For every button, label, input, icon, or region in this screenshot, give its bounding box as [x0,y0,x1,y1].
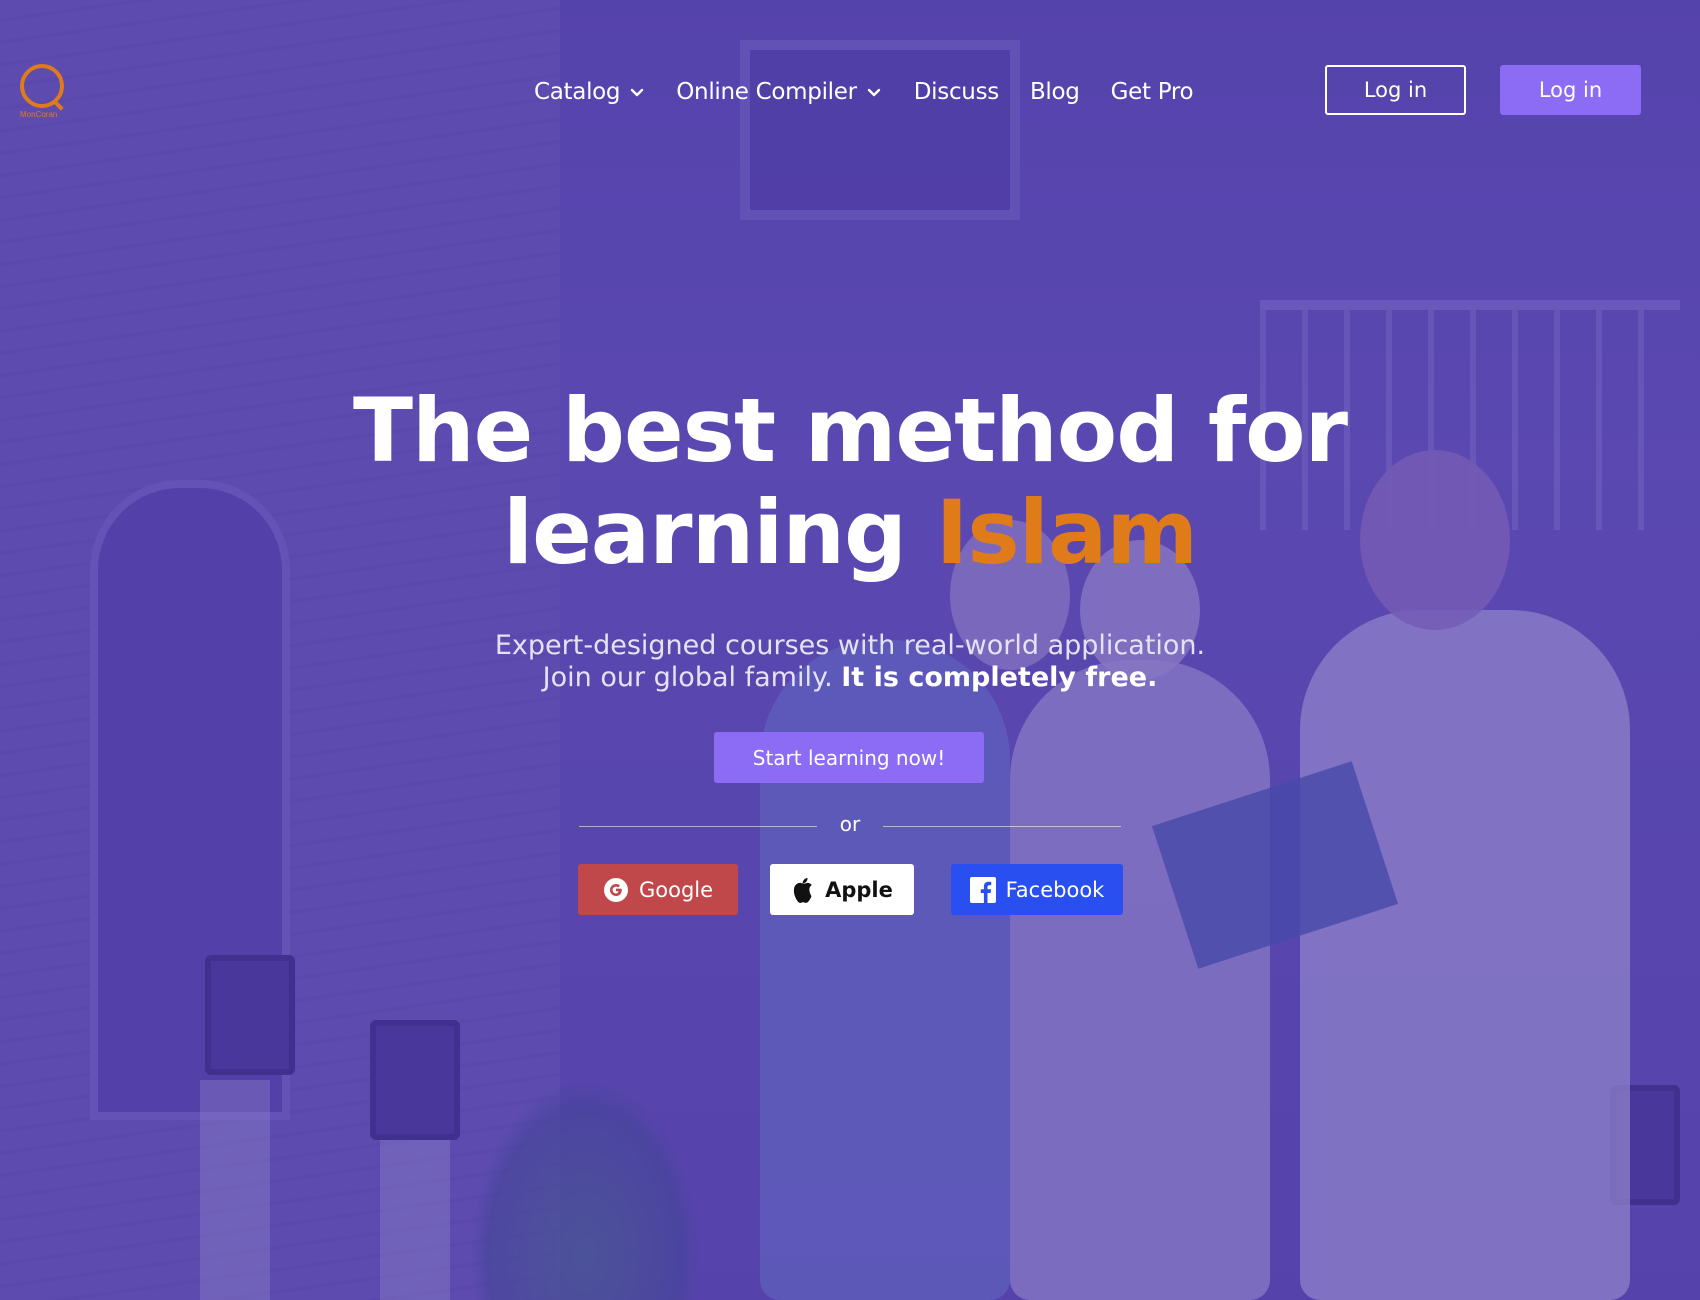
hero-subtitle-line2: Join our global family. [542,662,842,693]
divider-right [883,826,1121,827]
nav-get-pro[interactable]: Get Pro [1111,79,1194,105]
apple-label: Apple [825,877,893,902]
logo-ring-icon [20,64,64,108]
divider-or-text: or [839,812,861,836]
facebook-login-button[interactable]: Facebook [951,864,1123,915]
hero-subtitle-line1: Expert-designed courses with real-world … [494,630,1206,661]
login-outline-button[interactable]: Log in [1325,65,1466,115]
site-logo[interactable]: MonCoran [20,64,70,124]
nav-blog[interactable]: Blog [1030,79,1080,105]
chevron-down-icon [631,88,644,97]
google-label: Google [638,877,714,902]
hero-subtitle-emphasis: It is completely free. [841,662,1158,693]
logo-text: MonCoran [20,110,58,119]
nav-get-pro-label: Get Pro [1110,79,1194,105]
divider-left [579,826,817,827]
hero-title-accent: Islam [935,481,1198,584]
hero-subtitle: Expert-designed courses with real-world … [0,630,1700,694]
facebook-icon [969,876,996,903]
google-icon [603,877,629,903]
google-login-button[interactable]: Google [578,864,738,915]
nav-online-compiler-label: Online Compiler [676,79,857,105]
nav-blog-label: Blog [1029,79,1080,105]
chevron-down-icon [867,88,880,97]
login-filled-button[interactable]: Log in [1500,65,1641,115]
nav-discuss[interactable]: Discuss [914,79,999,105]
hero-title-line2: learning [502,481,936,584]
hero-title-line1: The best method for [352,379,1348,482]
nav-catalog[interactable]: Catalog [534,79,644,105]
main-nav: Catalog Online Compiler Discuss Blog Get… [534,72,1194,112]
apple-login-button[interactable]: Apple [770,864,914,915]
nav-online-compiler[interactable]: Online Compiler [676,79,881,105]
hero-title: The best method for learning Islam [0,380,1700,584]
facebook-label: Facebook [1005,877,1105,902]
nav-discuss-label: Discuss [913,79,999,105]
start-learning-button[interactable]: Start learning now! [714,732,984,783]
apple-icon [791,876,815,904]
nav-catalog-label: Catalog [534,79,621,105]
